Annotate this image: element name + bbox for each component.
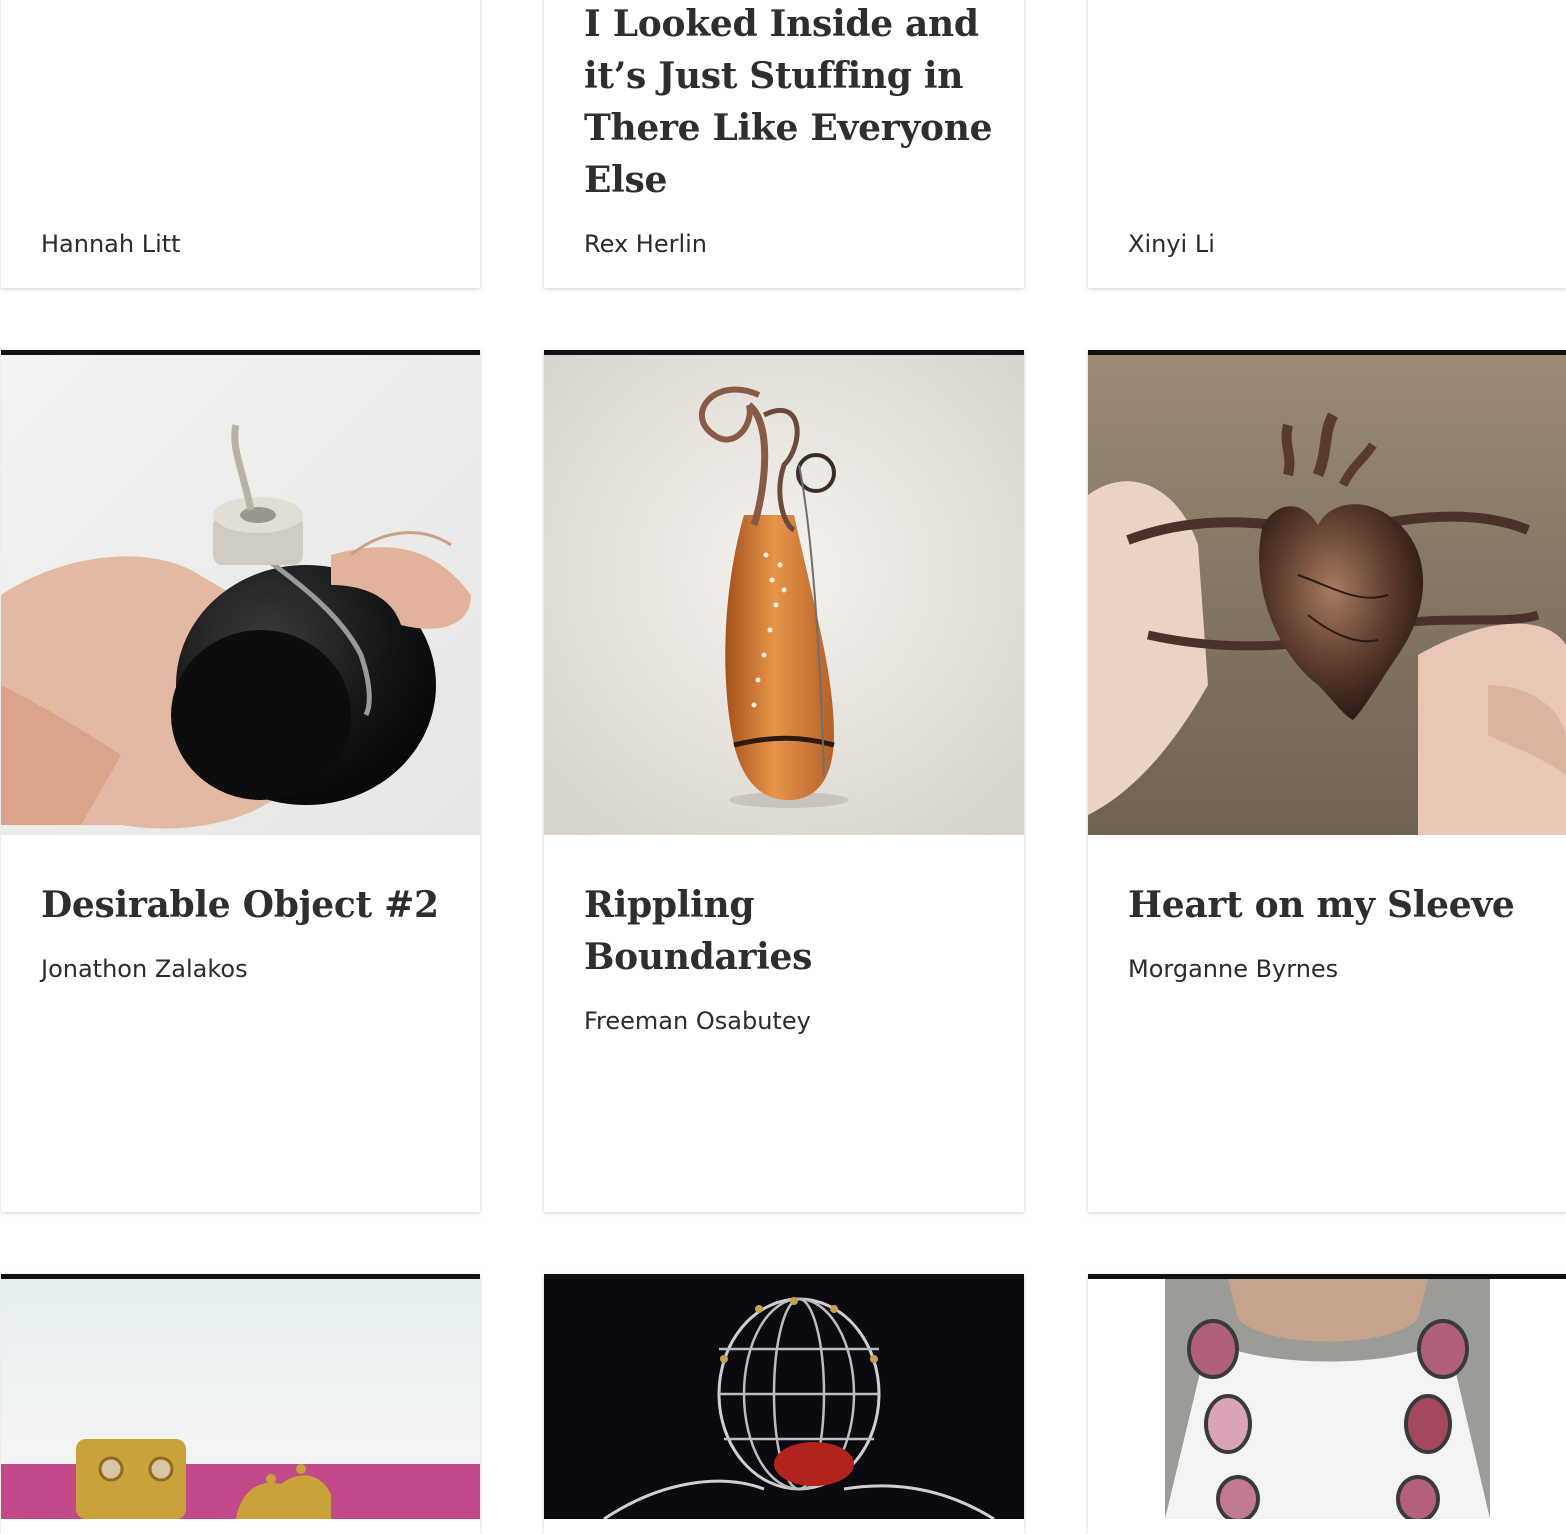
artwork-title[interactable]: Made With Love but I Looked Inside and i… (584, 0, 994, 206)
card-body: Rippling Boundaries Freeman Osabutey (584, 879, 994, 1037)
artwork-image[interactable] (1, 1279, 480, 1519)
artist-name: Morganne Byrnes (1128, 955, 1339, 983)
artwork-image[interactable] (1088, 1279, 1566, 1519)
artwork-card[interactable]: Heart on my Sleeve Morganne Byrnes (1088, 350, 1566, 1212)
card-body: Hannah Litt (41, 228, 450, 260)
artwork-card[interactable] (1088, 1274, 1566, 1534)
artwork-card[interactable]: Rippling Boundaries Freeman Osabutey (544, 350, 1024, 1212)
card-body: Xinyi Li (1128, 228, 1536, 260)
artwork-card[interactable]: Hannah Litt (1, 0, 480, 288)
artist-name: Hannah Litt (41, 230, 181, 258)
artwork-image[interactable] (1, 355, 480, 835)
artist-name: Xinyi Li (1128, 230, 1215, 258)
artwork-image[interactable] (544, 1279, 1024, 1519)
card-body: Heart on my Sleeve Morganne Byrnes (1128, 879, 1536, 985)
card-body: Desirable Object #2 Jonathon Zalakos (41, 879, 450, 985)
artwork-card[interactable] (1, 1274, 480, 1534)
artwork-card[interactable]: Xinyi Li (1088, 0, 1566, 288)
artist-name: Jonathon Zalakos (41, 955, 248, 983)
artist-name: Freeman Osabutey (584, 1007, 811, 1035)
artwork-card[interactable]: Made With Love but I Looked Inside and i… (544, 0, 1024, 288)
artwork-title[interactable]: Desirable Object #2 (41, 879, 450, 931)
artwork-image[interactable] (1088, 355, 1566, 835)
artwork-title[interactable]: Rippling Boundaries (584, 879, 994, 983)
artwork-image[interactable] (544, 355, 1024, 835)
artist-name: Rex Herlin (584, 230, 707, 258)
artwork-title[interactable]: Heart on my Sleeve (1128, 879, 1536, 931)
artwork-card[interactable] (544, 1274, 1024, 1534)
card-body: Made With Love but I Looked Inside and i… (584, 0, 994, 260)
artwork-card[interactable]: Desirable Object #2 Jonathon Zalakos (1, 350, 480, 1212)
